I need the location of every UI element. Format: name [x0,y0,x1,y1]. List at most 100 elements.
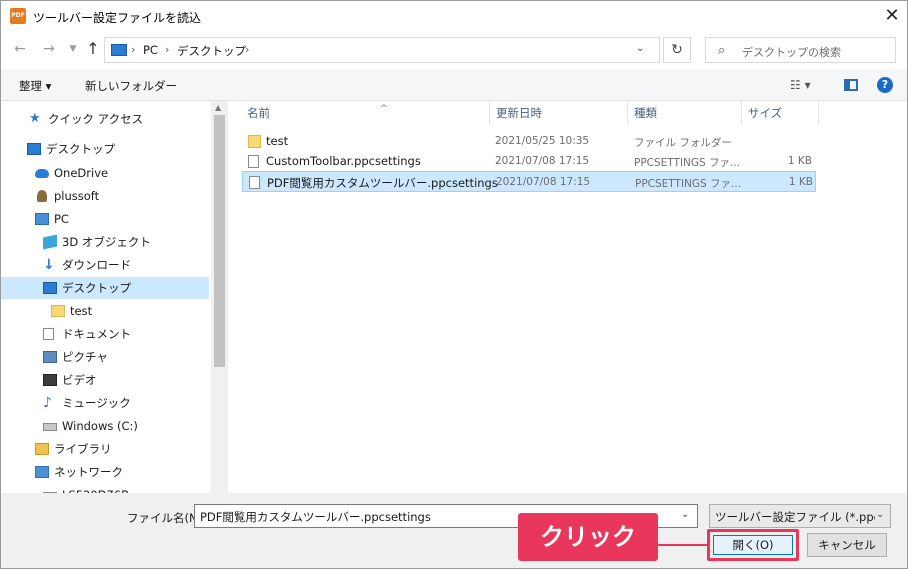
file-name: CustomToolbar.ppcsettings [266,154,421,168]
sidebar-item-label: 3D オブジェクト [62,235,151,249]
download-icon: ↓ [43,257,55,273]
chevron-down-icon[interactable]: ⌄ [681,509,689,520]
sidebar-item-desktop-pinned[interactable]: デスクトップ [27,138,207,160]
sidebar-item-label: クイック アクセス [48,112,144,126]
navigation-bar: ← → ▼ ↑ › PC › デスクトップ › ⌄ ↻ ⌕ デスクトップの検索 [1,31,907,69]
column-divider[interactable] [489,101,490,125]
sidebar-item-music[interactable]: ♪ ミュージック [43,392,203,414]
sidebar-item-nas[interactable]: LS520D76B [43,484,203,493]
sidebar-item-network[interactable]: ネットワーク [35,461,205,483]
music-icon: ♪ [43,395,52,411]
address-dropdown-chevron-icon[interactable]: ⌄ [636,43,644,54]
column-divider[interactable] [741,101,742,125]
file-row-pdf-toolbar-selected[interactable]: PDF閲覧用カスタムツールバー.ppcsettings 2021/07/08 1… [242,171,816,192]
filetype-value: ツールバー設定ファイル (*.ppcsettings) [715,510,875,524]
column-header-size[interactable]: サイズ [748,101,782,125]
column-header-name[interactable]: 名前 ^ [247,101,388,125]
cube-icon [43,234,57,250]
file-name: test [266,134,289,148]
column-divider[interactable] [818,101,819,125]
back-arrow-icon[interactable]: ← [10,39,30,59]
sidebar-item-label: LS520D76B [62,484,129,493]
pc-icon [111,44,127,56]
search-input[interactable]: ⌕ デスクトップの検索 [705,37,896,63]
address-bar[interactable]: › PC › デスクトップ › ⌄ [104,37,660,63]
up-arrow-icon[interactable]: ↑ [83,39,103,59]
navigation-pane: ★ クイック アクセス デスクトップ OneDrive plussoft PC … [1,101,211,493]
sidebar-item-pictures[interactable]: ピクチャ [43,346,203,368]
search-icon: ⌕ [718,43,726,58]
sidebar-item-quick-access[interactable]: ★ クイック アクセス [29,108,209,130]
network-icon [35,466,49,478]
sidebar-item-label: test [70,304,93,318]
search-placeholder: デスクトップの検索 [742,46,841,59]
sidebar-item-desktop-selected[interactable]: デスクトップ [1,277,209,299]
library-icon [35,443,49,455]
command-toolbar: 整理 ▾ 新しいフォルダー ☷ ▾ ? [1,69,907,101]
sidebar-item-label: ダウンロード [62,258,131,272]
file-size: 1 KB [788,176,813,188]
file-row-test[interactable]: test 2021/05/25 10:35 ファイル フォルダー [242,131,816,152]
title-bar: PDF ツールバー設定ファイルを読込 ✕ [1,1,907,31]
help-icon[interactable]: ? [877,77,893,93]
new-folder-button[interactable]: 新しいフォルダー [85,78,177,94]
open-button-highlight: 開く(O) [707,529,799,561]
breadcrumb-desktop[interactable]: デスクトップ [177,43,246,59]
chevron-down-icon[interactable]: ⌄ [876,509,884,520]
file-icon [249,176,260,189]
pdf-app-icon: PDF [10,8,26,24]
desktop-icon [27,143,41,155]
sidebar-item-documents[interactable]: ドキュメント [43,323,203,345]
cancel-button[interactable]: キャンセル [807,533,887,557]
dialog-footer: ファイル名(N): PDF閲覧用カスタムツールバー.ppcsettings ⌄ … [1,493,907,568]
file-date: 2021/07/08 17:15 [495,155,590,167]
drive-icon [43,423,57,431]
file-open-dialog: PDF ツールバー設定ファイルを読込 ✕ ← → ▼ ↑ › PC › デスクト… [0,0,908,569]
column-divider[interactable] [627,101,628,125]
view-options-icon[interactable]: ☷ ▾ [790,78,811,92]
callout-connector [658,544,710,546]
open-button[interactable]: 開く(O) [713,535,793,555]
breadcrumb-separator-icon: › [165,43,170,56]
file-type: PPCSETTINGS ファ... [635,178,742,190]
column-header-date[interactable]: 更新日時 [496,101,542,125]
column-header-type[interactable]: 種類 [634,101,657,125]
sidebar-item-plussoft[interactable]: plussoft [35,185,205,207]
organize-button[interactable]: 整理 ▾ [19,78,51,94]
forward-arrow-icon[interactable]: → [39,39,59,59]
close-icon[interactable]: ✕ [879,3,905,29]
preview-pane-icon[interactable] [844,79,858,91]
sidebar-item-libraries[interactable]: ライブラリ [35,438,205,460]
sidebar-item-videos[interactable]: ビデオ [43,369,203,391]
refresh-icon[interactable]: ↻ [663,37,691,63]
file-row-customtoolbar[interactable]: CustomToolbar.ppcsettings 2021/07/08 17:… [242,151,816,172]
sort-ascending-icon: ^ [380,104,388,114]
sidebar-item-windows-c[interactable]: Windows (C:) [43,415,203,437]
sidebar-item-pc[interactable]: PC [35,208,205,230]
sidebar-item-label: デスクトップ [62,281,131,295]
sidebar-item-label: PC [54,212,69,226]
breadcrumb-separator-icon: › [131,43,136,56]
document-icon [43,328,54,340]
filename-value: PDF閲覧用カスタムツールバー.ppcsettings [200,510,431,524]
sidebar-item-onedrive[interactable]: OneDrive [35,162,205,184]
recent-locations-chevron-icon[interactable]: ▼ [63,39,83,59]
sidebar-item-3d-objects[interactable]: 3D オブジェクト [43,231,203,253]
breadcrumb-separator-icon: › [245,43,250,56]
sidebar-item-label: ドキュメント [62,327,131,341]
star-icon: ★ [29,111,41,126]
click-callout: クリック [518,513,658,561]
sidebar-item-downloads[interactable]: ↓ ダウンロード [43,254,203,276]
scrollbar-thumb[interactable] [214,115,225,367]
sidebar-item-test[interactable]: test [51,300,201,322]
navigation-pane-scrollbar[interactable]: ▲ [211,101,228,493]
sidebar-item-label: ピクチャ [62,350,108,364]
breadcrumb-pc[interactable]: PC [143,43,158,57]
file-name: PDF閲覧用カスタムツールバー.ppcsettings [267,176,498,190]
sidebar-item-label: ミュージック [62,396,131,410]
sidebar-item-label: Windows (C:) [62,419,138,433]
sidebar-item-label: デスクトップ [46,142,115,156]
sidebar-item-label: ライブラリ [54,442,112,456]
filetype-select[interactable]: ツールバー設定ファイル (*.ppcsettings) ⌄ [709,504,891,528]
scroll-up-arrow-icon[interactable]: ▲ [215,103,221,112]
